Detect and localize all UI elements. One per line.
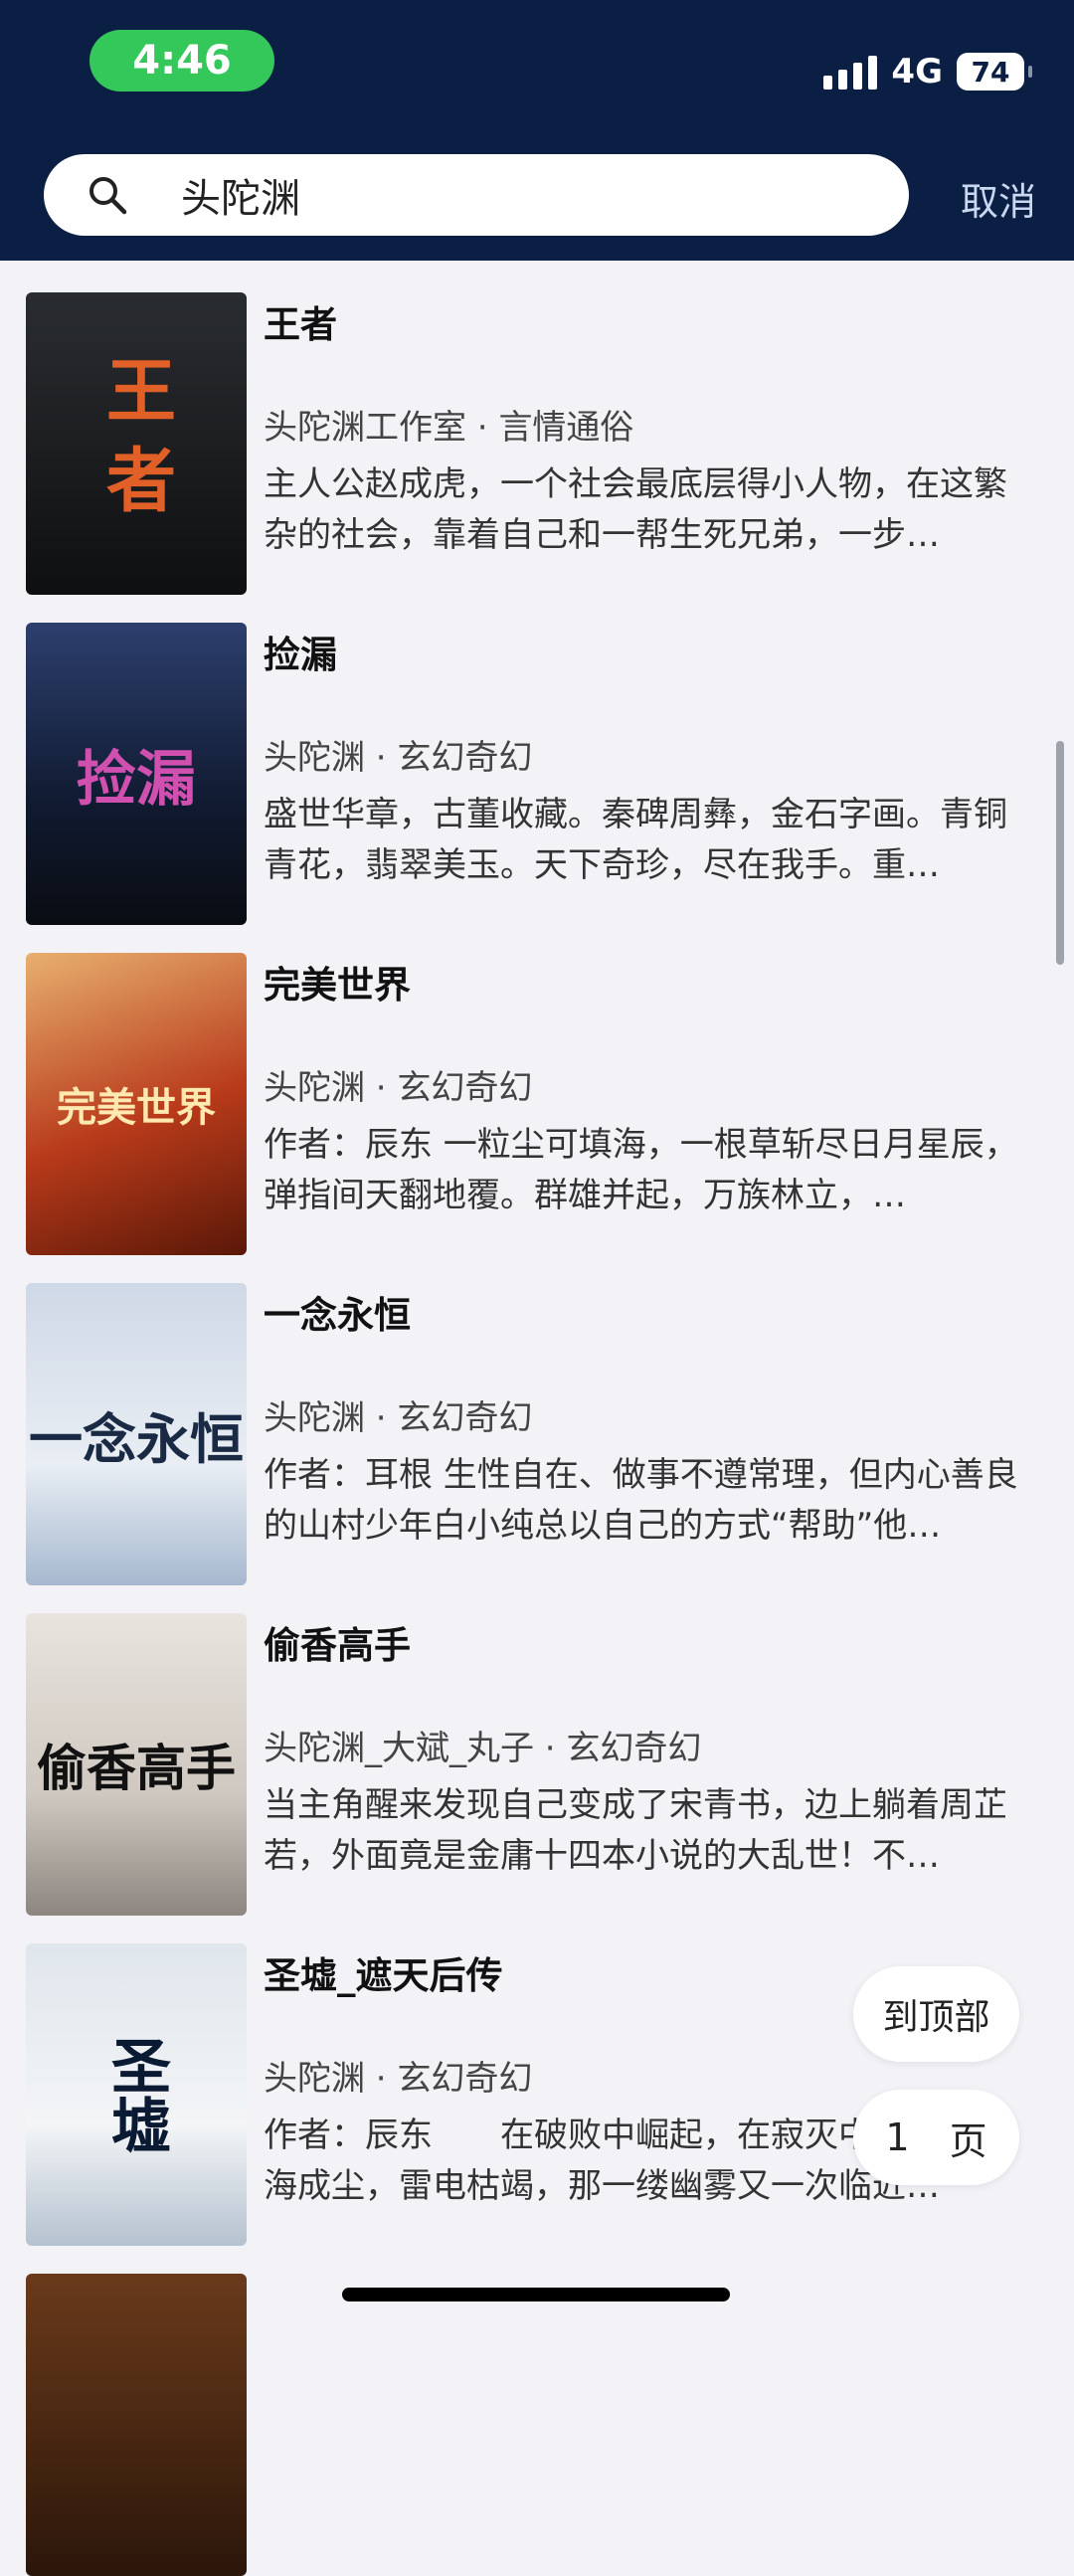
cover-title: 完美世界 — [57, 1084, 216, 1131]
book-title[interactable]: 捡漏 — [264, 625, 337, 678]
book-meta: 头陀渊 · 玄幻奇幻 — [264, 1398, 533, 1438]
page-unit: 页 — [949, 2118, 987, 2163]
scrollbar[interactable] — [1056, 741, 1064, 965]
book-cover[interactable] — [26, 2274, 247, 2576]
book-author: 头陀渊 — [264, 2059, 365, 2099]
list-item[interactable]: 一念永恒 一念永恒 头陀渊 · 玄幻奇幻 作者：耳根 生性自在、做事不遵常理，但… — [0, 1251, 1074, 1585]
list-item[interactable]: 捡漏 捡漏 头陀渊 · 玄幻奇幻 盛世华章，古董收藏。秦碑周彝，金石字画。青铜青… — [0, 591, 1074, 925]
search-input[interactable]: 头陀渊 — [44, 154, 909, 236]
cover-title: 一念永恒 — [29, 1406, 244, 1471]
book-author: 头陀渊 — [264, 738, 365, 778]
book-description: 盛世华章，古董收藏。秦碑周彝，金石字画。青铜青花，翡翠美玉。天下奇珍，尽在我手。… — [264, 795, 1007, 885]
book-category: 玄幻奇幻 — [566, 1729, 702, 1768]
book-meta: 头陀渊 · 玄幻奇幻 — [264, 738, 533, 778]
list-item[interactable]: 偷香高手 偷香高手 头陀渊_大斌_丸子 · 玄幻奇幻 当主角醒来发现自己变成了宋… — [0, 1581, 1074, 1916]
book-title[interactable]: 完美世界 — [264, 955, 411, 1009]
top-bar: 4:46 4G 74 头陀渊 取消 — [0, 0, 1074, 261]
book-title[interactable]: 王者 — [264, 294, 337, 348]
book-meta: 头陀渊_大斌_丸子 · 玄幻奇幻 — [264, 1729, 702, 1768]
scroll-to-top-button[interactable]: 到顶部 — [853, 1966, 1019, 2062]
cancel-button[interactable]: 取消 — [961, 171, 1036, 226]
page-number: 1 — [885, 2116, 910, 2159]
book-title[interactable]: 圣墟_遮天后传 — [264, 1945, 503, 1999]
book-category: 玄幻奇幻 — [397, 2059, 533, 2099]
status-indicators: 4G 74 — [823, 50, 1032, 93]
list-item[interactable]: 圣墟 圣墟_遮天后传 头陀渊 · 玄幻奇幻 作者：辰东 在破败中崛起，在寂灭中复… — [0, 1912, 1074, 2246]
search-query[interactable]: 头陀渊 — [181, 166, 300, 224]
signal-icon — [823, 54, 878, 90]
book-description: 当主角醒来发现自己变成了宋青书，边上躺着周芷若，外面竟是金庸十四本小说的大乱世！… — [264, 1785, 1007, 1876]
list-item[interactable]: 王者 王者 头陀渊工作室 · 言情通俗 主人公赵成虎，一个社会最底层得小人物，在… — [0, 261, 1074, 595]
cover-title: 王者 — [94, 354, 178, 533]
book-description: 主人公赵成虎，一个社会最底层得小人物，在这繁杂的社会，靠着自己和一帮生死兄弟，一… — [264, 464, 1007, 555]
book-description: 作者：辰东 一粒尘可填海，一根草斩尽日月星辰，弹指间天翻地覆。群雄并起，万族林立… — [264, 1125, 1018, 1215]
book-author: 头陀渊_大斌_丸子 — [264, 1729, 534, 1768]
book-cover[interactable]: 圣墟 — [26, 1943, 247, 2246]
book-cover[interactable]: 偷香高手 — [26, 1613, 247, 1916]
book-category: 玄幻奇幻 — [397, 738, 533, 778]
book-author: 头陀渊 — [264, 1068, 365, 1108]
cover-title: 捡漏 — [77, 744, 196, 815]
book-category: 言情通俗 — [498, 408, 634, 448]
battery-icon: 74 — [957, 53, 1032, 91]
search-icon — [90, 177, 127, 215]
home-indicator — [342, 2288, 730, 2301]
book-title[interactable]: 一念永恒 — [264, 1285, 411, 1339]
network-type: 4G — [891, 52, 943, 92]
book-category: 玄幻奇幻 — [397, 1398, 533, 1438]
cover-title: 偷香高手 — [37, 1739, 236, 1797]
book-cover[interactable]: 捡漏 — [26, 623, 247, 925]
book-description: 作者：耳根 生性自在、做事不遵常理，但内心善良的山村少年白小纯总以自己的方式“帮… — [264, 1455, 1018, 1546]
status-time: 4:46 — [90, 30, 274, 92]
book-cover[interactable]: 一念永恒 — [26, 1283, 247, 1585]
book-meta: 头陀渊 · 玄幻奇幻 — [264, 1068, 533, 1108]
book-title[interactable]: 偷香高手 — [264, 1615, 411, 1669]
book-category: 玄幻奇幻 — [397, 1068, 533, 1108]
page-indicator[interactable]: 1 页 — [853, 2090, 1019, 2185]
book-author: 头陀渊工作室 — [264, 408, 466, 448]
book-cover[interactable]: 完美世界 — [26, 953, 247, 1255]
list-item[interactable]: 完美世界 完美世界 头陀渊 · 玄幻奇幻 作者：辰东 一粒尘可填海，一根草斩尽日… — [0, 921, 1074, 1255]
cover-title: 圣墟 — [100, 2035, 171, 2154]
book-author: 头陀渊 — [264, 1398, 365, 1438]
book-cover[interactable]: 王者 — [26, 292, 247, 595]
book-meta: 头陀渊工作室 · 言情通俗 — [264, 408, 634, 448]
book-meta: 头陀渊 · 玄幻奇幻 — [264, 2059, 533, 2099]
